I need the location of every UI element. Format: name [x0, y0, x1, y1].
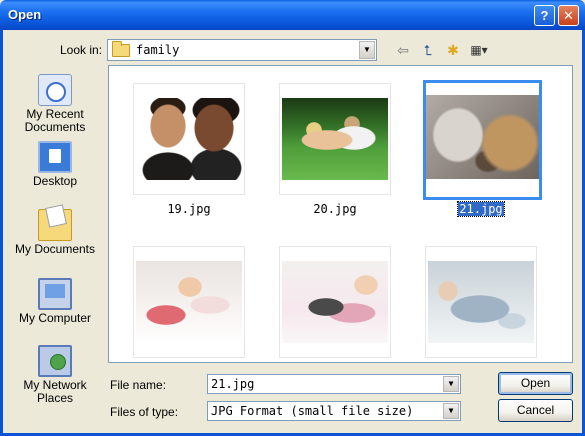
place-label: My Computer: [18, 311, 92, 325]
new-folder-icon[interactable]: ✱: [443, 40, 463, 60]
photo-babies-1: [136, 261, 242, 343]
network-places-icon: [38, 345, 72, 377]
places-bar: My Recent Documents Desktop My Documents…: [11, 65, 99, 410]
place-label: My Documents: [14, 242, 96, 256]
file-thumbnail-20[interactable]: [279, 83, 391, 195]
file-thumbnail[interactable]: [133, 246, 245, 358]
file-name-field[interactable]: 21.jpg ▼: [207, 374, 461, 394]
my-documents-icon: [38, 209, 72, 241]
chevron-down-icon[interactable]: ▼: [359, 41, 375, 59]
title-bar[interactable]: Open ? ✕: [0, 0, 585, 30]
file-name-caption[interactable]: 20.jpg: [279, 202, 391, 216]
recent-documents-icon: [38, 74, 72, 106]
file-name-caption[interactable]: 19.jpg: [133, 202, 245, 216]
photo-couple-grass: [282, 98, 388, 180]
photo-baby-sleeping: [428, 261, 534, 343]
chevron-down-icon[interactable]: ▼: [443, 403, 459, 419]
close-button[interactable]: ✕: [558, 5, 579, 26]
place-my-documents[interactable]: My Documents: [11, 205, 99, 271]
place-label: My Network Places: [23, 378, 87, 405]
desktop-icon: [38, 141, 72, 173]
cancel-button[interactable]: Cancel: [498, 399, 573, 422]
open-button[interactable]: Open: [498, 372, 573, 395]
file-name-label: File name:: [110, 378, 167, 392]
file-thumbnail-19[interactable]: [133, 83, 245, 195]
photo-babies-2: [282, 261, 388, 343]
place-my-network-places[interactable]: My Network Places: [11, 341, 99, 407]
chevron-down-icon[interactable]: ▼: [443, 376, 459, 392]
dialog-title: Open: [8, 7, 42, 22]
look-in-value: family: [136, 43, 180, 57]
views-menu-icon[interactable]: ▦▾: [466, 40, 492, 60]
file-thumbnail[interactable]: [425, 246, 537, 358]
look-in-dropdown[interactable]: family ▼: [107, 39, 377, 61]
place-my-recent-documents[interactable]: My Recent Documents: [11, 70, 99, 136]
look-in-label: Look in:: [60, 43, 103, 57]
place-label: My Recent Documents: [24, 107, 86, 134]
file-name-value: 21.jpg: [211, 377, 255, 391]
file-list[interactable]: 19.jpg 20.jpg 21.jpg: [108, 65, 573, 363]
file-name-caption-selected[interactable]: 21.jpg: [425, 201, 537, 217]
back-arrow-icon[interactable]: ⇦: [393, 40, 413, 60]
photo-child-dog: [426, 95, 539, 179]
file-thumbnail-21[interactable]: [423, 80, 542, 200]
files-of-type-value: JPG Format (small file size): [211, 404, 414, 418]
place-my-computer[interactable]: My Computer: [11, 274, 99, 340]
folder-icon: [112, 41, 130, 57]
photo-couple-portrait: [136, 98, 242, 180]
files-of-type-label: Files of type:: [110, 405, 179, 419]
help-button[interactable]: ?: [534, 5, 555, 26]
file-thumbnail[interactable]: [279, 246, 391, 358]
my-computer-icon: [38, 278, 72, 310]
place-label: Desktop: [32, 174, 78, 188]
files-of-type-dropdown[interactable]: JPG Format (small file size) ▼: [207, 401, 461, 421]
place-desktop[interactable]: Desktop: [11, 137, 99, 203]
up-folder-icon[interactable]: ⮤: [418, 40, 438, 60]
